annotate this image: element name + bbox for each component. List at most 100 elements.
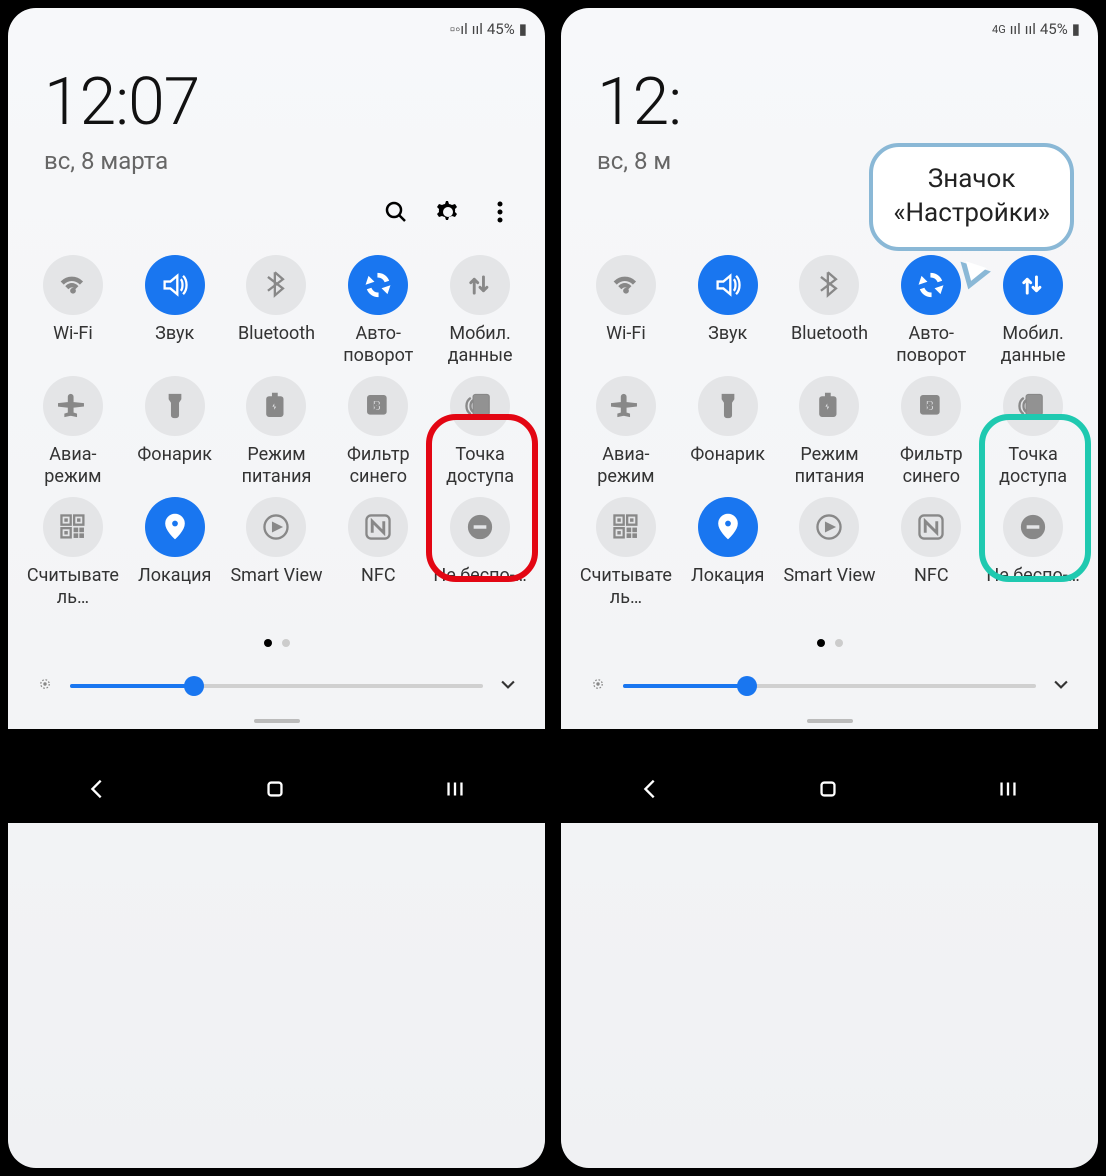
dnd-icon[interactable] [1003,497,1063,557]
tile-label: NFC [329,565,427,587]
page-dot-2[interactable] [835,639,843,647]
tile-sound[interactable]: Звук [679,255,777,366]
tile-label: Авиа-режим [24,444,122,487]
tile-dnd[interactable]: Не беспо-… [984,497,1082,608]
tile-qr[interactable]: Считыватель… [24,497,122,608]
nav-home-icon[interactable] [263,777,287,805]
airplane-icon[interactable] [43,376,103,436]
tile-location[interactable]: Локация [679,497,777,608]
sound-icon[interactable] [145,255,205,315]
hotspot-icon[interactable] [450,376,510,436]
wifi-icon[interactable] [43,255,103,315]
tile-smartview[interactable]: Smart View [781,497,879,608]
tile-wifi[interactable]: Wi-Fi [577,255,675,366]
page-dot-1[interactable] [817,639,825,647]
tile-dnd[interactable]: Не беспо-… [431,497,529,608]
nfc-icon[interactable] [901,497,961,557]
signal-1-icon: ııl [1010,20,1021,38]
dnd-icon[interactable] [450,497,510,557]
tile-battery[interactable]: Режим питания [228,376,326,487]
tile-label: NFC [882,565,980,587]
tile-bluefilter[interactable]: Фильтр синего [329,376,427,487]
qr-icon[interactable] [43,497,103,557]
rotate-icon[interactable] [348,255,408,315]
tile-label: Локация [679,565,777,587]
bluetooth-icon[interactable] [799,255,859,315]
gear-icon[interactable] [988,199,1014,229]
tile-bluetooth[interactable]: Bluetooth [228,255,326,366]
nav-bar [8,759,545,823]
rotate-icon[interactable] [901,255,961,315]
tile-airplane[interactable]: Авиа-режим [577,376,675,487]
qr-icon[interactable] [596,497,656,557]
tile-sound[interactable]: Звук [126,255,224,366]
battery-icon[interactable] [799,376,859,436]
clock-date: вс, 8 марта [44,147,509,175]
tile-flashlight[interactable]: Фонарик [679,376,777,487]
tile-airplane[interactable]: Авиа-режим [24,376,122,487]
tile-battery[interactable]: Режим питания [781,376,879,487]
page-dot-1[interactable] [264,639,272,647]
tile-label: Звук [126,323,224,345]
brightness-slider[interactable] [623,684,1036,688]
battery-icon[interactable] [246,376,306,436]
data-icon[interactable] [1003,255,1063,315]
bluefilter-icon[interactable] [901,376,961,436]
search-icon[interactable] [383,199,409,229]
tile-label: Не беспо-… [431,565,529,587]
tile-data[interactable]: Мобил. данные [431,255,529,366]
data-icon[interactable] [450,255,510,315]
tile-label: Звук [679,323,777,345]
chevron-down-icon[interactable] [1050,673,1072,699]
bluetooth-icon[interactable] [246,255,306,315]
bluefilter-icon[interactable] [348,376,408,436]
tile-bluefilter[interactable]: Фильтр синего [882,376,980,487]
smartview-icon[interactable] [799,497,859,557]
airplane-icon[interactable] [596,376,656,436]
tile-label: Фильтр синего [882,444,980,487]
tile-rotate[interactable]: Авто-поворот [329,255,427,366]
nav-recent-icon[interactable] [442,777,468,805]
more-icon[interactable] [1040,199,1066,229]
search-icon[interactable] [936,199,962,229]
nfc-icon[interactable] [348,497,408,557]
tile-qr[interactable]: Считыватель… [577,497,675,608]
tile-bluetooth[interactable]: Bluetooth [781,255,879,366]
panel-actions [561,185,1098,247]
nav-home-icon[interactable] [816,777,840,805]
flashlight-icon[interactable] [145,376,205,436]
tile-nfc[interactable]: NFC [882,497,980,608]
tile-rotate[interactable]: Авто-поворот [882,255,980,366]
brightness-slider[interactable] [70,684,483,688]
tile-location[interactable]: Локация [126,497,224,608]
brightness-icon [34,673,56,699]
panel-handle[interactable] [8,717,545,729]
tile-wifi[interactable]: Wi-Fi [24,255,122,366]
tile-data[interactable]: Мобил. данные [984,255,1082,366]
clock-time: 12:07 [44,64,509,141]
nav-back-icon[interactable] [638,777,662,805]
battery-text: 45% [1040,20,1068,38]
panel-handle[interactable] [561,717,1098,729]
tile-hotspot[interactable]: Точка доступа [431,376,529,487]
nav-recent-icon[interactable] [995,777,1021,805]
gear-icon[interactable] [435,199,461,229]
tile-hotspot[interactable]: Точка доступа [984,376,1082,487]
tile-nfc[interactable]: NFC [329,497,427,608]
tile-label: Не беспо-… [984,565,1082,587]
nav-back-icon[interactable] [85,777,109,805]
hotspot-icon[interactable] [1003,376,1063,436]
sound-icon[interactable] [698,255,758,315]
wifi-icon[interactable] [596,255,656,315]
flashlight-icon[interactable] [698,376,758,436]
tile-flashlight[interactable]: Фонарик [126,376,224,487]
location-icon[interactable] [145,497,205,557]
smartview-icon[interactable] [246,497,306,557]
tile-label: Мобил. данные [984,323,1082,366]
location-icon[interactable] [698,497,758,557]
page-dot-2[interactable] [282,639,290,647]
chevron-down-icon[interactable] [497,673,519,699]
more-icon[interactable] [487,199,513,229]
tile-label: Режим питания [228,444,326,487]
tile-smartview[interactable]: Smart View [228,497,326,608]
